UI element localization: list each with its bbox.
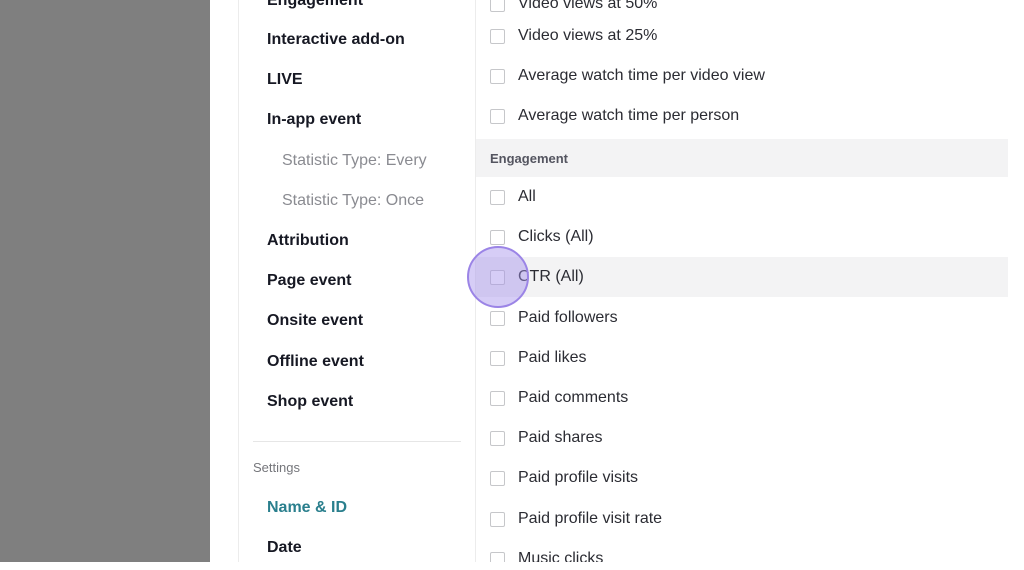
- metric-label: Paid followers: [518, 309, 618, 326]
- metric-row-music-clicks[interactable]: Music clicks: [476, 539, 1008, 562]
- metrics-panel: Engagement Interactive add-on LIVE In-ap…: [210, 0, 1024, 562]
- metric-row-paid-followers[interactable]: Paid followers: [476, 298, 1008, 338]
- metric-label: Paid likes: [518, 349, 587, 366]
- metric-row-all[interactable]: All: [476, 177, 1008, 217]
- metric-row-video-views-25[interactable]: Video views at 25%: [476, 16, 1008, 56]
- checkbox[interactable]: [490, 430, 505, 446]
- metric-label: Paid shares: [518, 429, 603, 446]
- checkbox[interactable]: [490, 511, 505, 527]
- sidebar-item-attribution[interactable]: Attribution: [267, 232, 349, 250]
- sidebar-item-offline-event[interactable]: Offline event: [267, 353, 364, 371]
- checkbox[interactable]: [490, 108, 505, 124]
- bottom-edge: [0, 562, 1024, 570]
- click-indicator: [467, 246, 529, 308]
- metric-row-paid-comments[interactable]: Paid comments: [476, 378, 1008, 418]
- checkbox[interactable]: [490, 350, 505, 366]
- sidebar-section-settings: Settings: [253, 460, 300, 475]
- metrics-category-sidebar: Engagement Interactive add-on LIVE In-ap…: [238, 0, 476, 562]
- sidebar-item-shop-event[interactable]: Shop event: [267, 393, 353, 411]
- checkbox[interactable]: [490, 551, 505, 562]
- metric-label: Video views at 50%: [518, 0, 658, 12]
- metric-label: Average watch time per person: [518, 107, 740, 124]
- metric-label: Average watch time per video view: [518, 67, 765, 84]
- dimmed-background-overlay: [0, 0, 210, 570]
- sidebar-item-date[interactable]: Date: [267, 539, 302, 557]
- select-all-checkbox[interactable]: [490, 189, 505, 205]
- sidebar-item-interactive-add-on[interactable]: Interactive add-on: [267, 31, 405, 49]
- checkbox[interactable]: [490, 310, 505, 326]
- checkbox[interactable]: [490, 28, 505, 44]
- sidebar-item-name-and-id[interactable]: Name & ID: [267, 499, 347, 517]
- metric-row-paid-likes[interactable]: Paid likes: [476, 338, 1008, 378]
- metric-label: Paid comments: [518, 389, 629, 406]
- checkbox[interactable]: [490, 390, 505, 406]
- metric-label: Music clicks: [518, 550, 604, 562]
- sidebar-item-engagement[interactable]: Engagement: [267, 0, 363, 10]
- metric-row-paid-profile-visit-rate[interactable]: Paid profile visit rate: [476, 499, 1008, 539]
- metric-row-paid-shares[interactable]: Paid shares: [476, 418, 1008, 458]
- checkbox[interactable]: [490, 470, 505, 486]
- group-header-label: Engagement: [490, 150, 569, 166]
- sidebar-subitem-statistic-type-every[interactable]: Statistic Type: Every: [282, 152, 427, 170]
- group-header-engagement: Engagement: [476, 139, 1008, 177]
- checkbox[interactable]: [490, 68, 505, 84]
- sidebar-item-onsite-event[interactable]: Onsite event: [267, 312, 363, 330]
- metric-label: Paid profile visits: [518, 469, 639, 486]
- metric-row-average-watch-time-per-video-view[interactable]: Average watch time per video view: [476, 56, 1008, 96]
- metric-label: Video views at 25%: [518, 27, 658, 44]
- sidebar-item-live[interactable]: LIVE: [267, 71, 303, 89]
- sidebar-item-in-app-event[interactable]: In-app event: [267, 111, 361, 129]
- checkbox[interactable]: [490, 229, 505, 245]
- metric-row-paid-profile-visits[interactable]: Paid profile visits: [476, 458, 1008, 498]
- sidebar-subitem-statistic-type-once[interactable]: Statistic Type: Once: [282, 192, 424, 210]
- metric-row-clicks-all[interactable]: Clicks (All): [476, 217, 1008, 257]
- sidebar-item-page-event[interactable]: Page event: [267, 272, 351, 290]
- checkbox[interactable]: [490, 0, 505, 12]
- sidebar-divider: [253, 441, 461, 442]
- metric-label: Clicks (All): [518, 228, 594, 245]
- metric-row-average-watch-time-per-person[interactable]: Average watch time per person: [476, 96, 1008, 136]
- metric-row-ctr-all[interactable]: CTR (All): [476, 257, 1008, 297]
- metric-label: Paid profile visit rate: [518, 510, 663, 527]
- metric-label: All: [518, 188, 536, 205]
- metrics-checkbox-list: Video views at 50% Video views at 25% Av…: [476, 0, 1024, 562]
